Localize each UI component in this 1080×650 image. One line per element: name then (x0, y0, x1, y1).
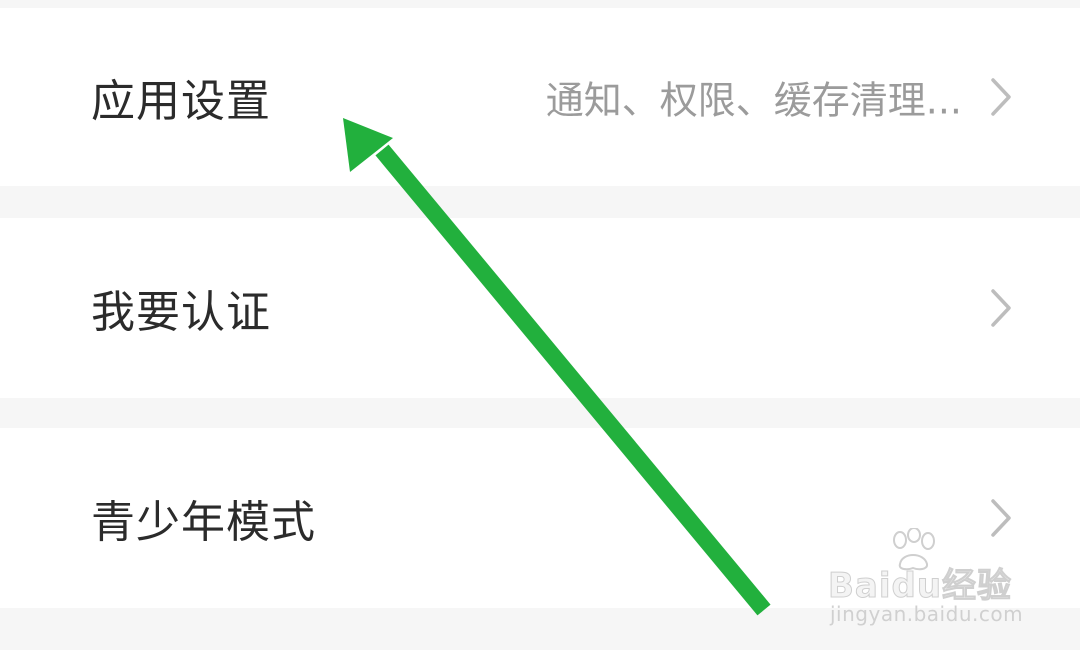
watermark-site: jingyan.baidu.com (830, 602, 1024, 626)
settings-row-app-settings[interactable]: 应用设置 通知、权限、缓存清理... (0, 8, 1080, 186)
settings-row-verification[interactable]: 我要认证 (0, 218, 1080, 398)
settings-row-label: 应用设置 (91, 76, 271, 127)
chevron-right-icon (991, 78, 1011, 116)
watermark-brand: Baidu经验 (827, 566, 1013, 607)
watermark: Baidu经验 jingyan.baidu.com (826, 528, 1026, 628)
settings-row-value: 通知、权限、缓存清理... (545, 78, 962, 123)
chevron-right-icon (991, 289, 1011, 327)
settings-row-label: 青少年模式 (91, 497, 316, 548)
settings-row-label: 我要认证 (91, 287, 271, 338)
